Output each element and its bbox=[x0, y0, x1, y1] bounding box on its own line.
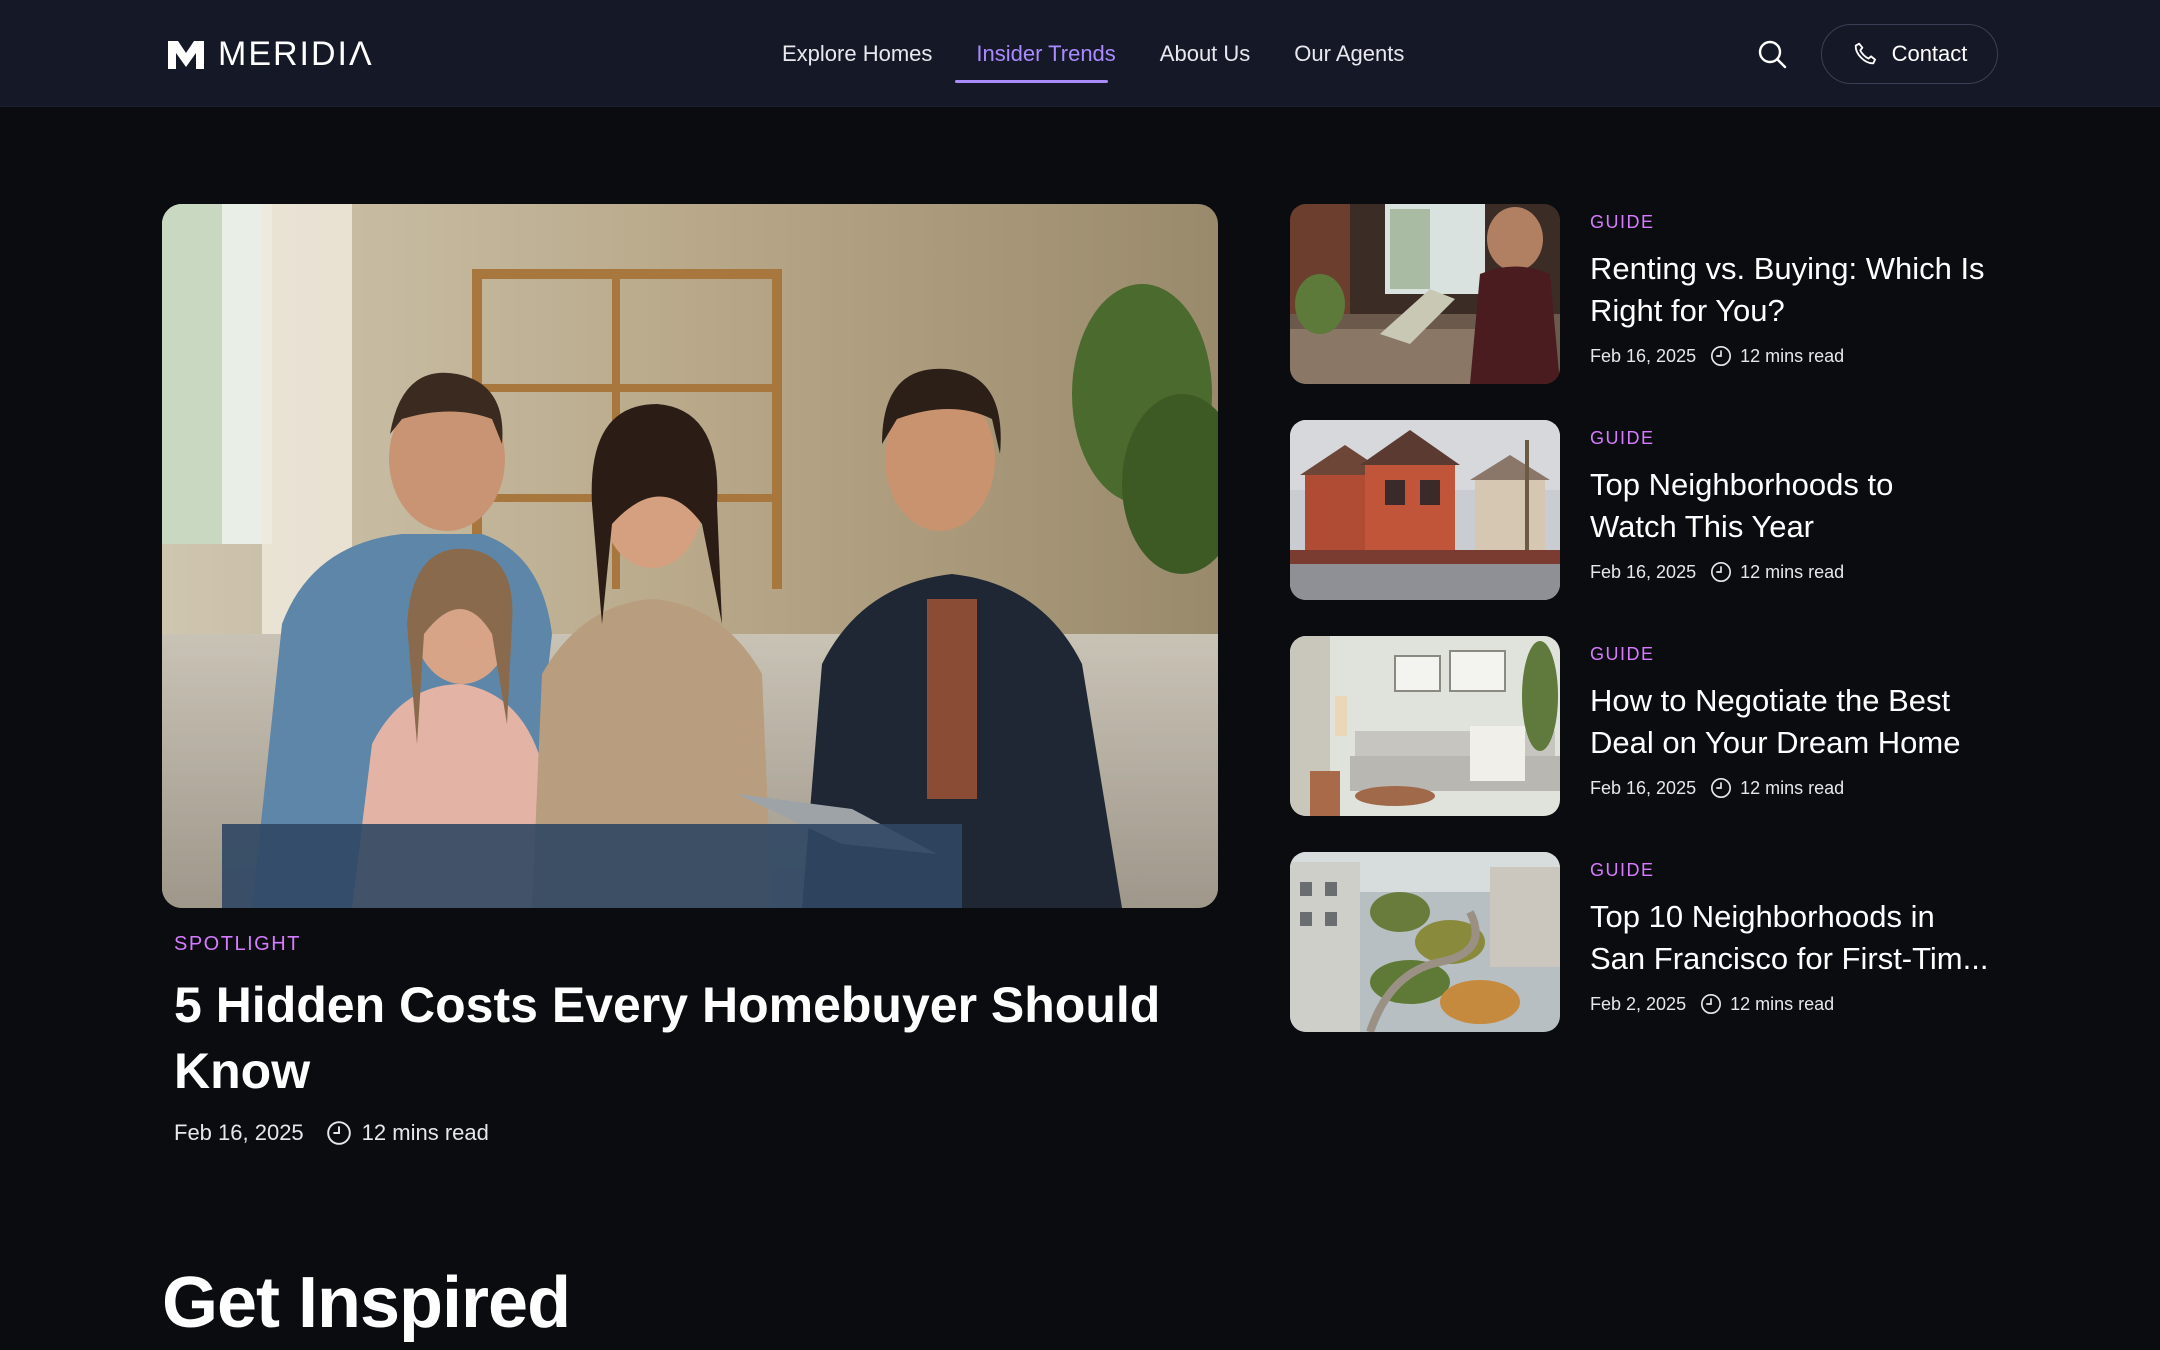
clock-icon bbox=[1711, 778, 1732, 798]
clock-icon bbox=[1701, 994, 1722, 1014]
neighborhood-houses-photo bbox=[1290, 420, 1560, 600]
clock-icon bbox=[326, 1121, 351, 1145]
article-tag: GUIDE bbox=[1590, 428, 1655, 448]
brand-logo[interactable]: MERIDIΛ bbox=[168, 34, 374, 73]
article-tag: GUIDE bbox=[1590, 212, 1655, 232]
brand-name: MERIDIΛ bbox=[218, 34, 374, 73]
article-read-time: 12 mins read bbox=[1730, 993, 1835, 1014]
nav-item-insider-trends[interactable]: Insider Trends bbox=[954, 0, 1137, 107]
family-with-agent-photo bbox=[162, 204, 1218, 908]
article-tag: GUIDE bbox=[1590, 644, 1655, 664]
article-date: Feb 16, 2025 bbox=[1590, 561, 1697, 582]
article-date: Feb 2, 2025 bbox=[1590, 993, 1687, 1014]
spotlight-read-time: 12 mins read bbox=[361, 1120, 489, 1145]
article-card[interactable]: GUIDE Renting vs. Buying: Which Is Right… bbox=[1290, 204, 2000, 384]
search-button[interactable] bbox=[1756, 38, 1788, 70]
article-meta: Feb 16, 2025 12 mins read bbox=[1590, 560, 1844, 584]
article-card[interactable]: GUIDE Top Neighborhoods to Watch This Ye… bbox=[1290, 420, 2000, 600]
spotlight-meta: Feb 16, 2025 12 mins read bbox=[174, 1118, 489, 1148]
article-title-line: Top 10 Neighborhoods in bbox=[1590, 899, 1935, 934]
article-meta: Feb 16, 2025 12 mins read bbox=[1590, 776, 1844, 800]
spotlight-date: Feb 16, 2025 bbox=[174, 1120, 304, 1145]
article-title-line: Watch This Year bbox=[1590, 509, 1815, 544]
clock-icon bbox=[1711, 562, 1732, 582]
article-card[interactable]: GUIDE Top 10 Neighborhoods in San Franci… bbox=[1290, 852, 2000, 1032]
living-room-sofa-photo bbox=[1290, 636, 1560, 816]
article-title[interactable]: Top 10 Neighborhoods in San Francisco fo… bbox=[1590, 896, 2010, 980]
article-title-line: Deal on Your Dream Home bbox=[1590, 725, 1961, 760]
logo-mark-icon bbox=[168, 41, 204, 69]
nav-item-about-us[interactable]: About Us bbox=[1138, 0, 1273, 107]
person-working-laptop-photo bbox=[1290, 204, 1560, 384]
article-title-line: Top Neighborhoods to bbox=[1590, 467, 1894, 502]
contact-button-label: Contact bbox=[1891, 41, 1968, 66]
section-heading: Get Inspired bbox=[162, 1263, 571, 1343]
nav-item-explore-homes[interactable]: Explore Homes bbox=[760, 0, 954, 107]
article-tag: GUIDE bbox=[1590, 860, 1655, 880]
article-meta: Feb 16, 2025 12 mins read bbox=[1590, 344, 1844, 368]
article-title[interactable]: Top Neighborhoods to Watch This Year bbox=[1590, 464, 2010, 548]
article-thumbnail bbox=[1290, 204, 1560, 384]
spotlight-image[interactable] bbox=[162, 204, 1218, 908]
article-date: Feb 16, 2025 bbox=[1590, 345, 1697, 366]
article-read-time: 12 mins read bbox=[1740, 345, 1845, 366]
article-title[interactable]: How to Negotiate the Best Deal on Your D… bbox=[1590, 680, 2010, 764]
san-francisco-street-photo bbox=[1290, 852, 1560, 1032]
article-read-time: 12 mins read bbox=[1740, 561, 1845, 582]
article-title-line: San Francisco for First-Tim... bbox=[1590, 941, 1989, 976]
site-header: MERIDIΛ Explore Homes Insider Trends Abo… bbox=[0, 0, 2160, 107]
phone-icon bbox=[1854, 42, 1876, 65]
article-title[interactable]: Renting vs. Buying: Which Is Right for Y… bbox=[1590, 248, 2010, 332]
article-thumbnail bbox=[1290, 636, 1560, 816]
article-date: Feb 16, 2025 bbox=[1590, 777, 1697, 798]
article-thumbnail bbox=[1290, 420, 1560, 600]
active-nav-indicator bbox=[955, 80, 1108, 83]
article-read-time: 12 mins read bbox=[1740, 777, 1845, 798]
article-title-line: Renting vs. Buying: Which Is bbox=[1590, 251, 1985, 286]
search-icon bbox=[1758, 40, 1787, 69]
clock-icon bbox=[1711, 346, 1732, 366]
spotlight-title[interactable]: 5 Hidden Costs Every Homebuyer Should Kn… bbox=[174, 972, 1174, 1104]
article-card[interactable]: GUIDE How to Negotiate the Best Deal on … bbox=[1290, 636, 2000, 816]
article-title-line: Right for You? bbox=[1590, 293, 1785, 328]
article-thumbnail bbox=[1290, 852, 1560, 1032]
main-nav: Explore Homes Insider Trends About Us Ou… bbox=[760, 0, 1426, 107]
article-meta: Feb 2, 2025 12 mins read bbox=[1590, 992, 1834, 1016]
nav-item-our-agents[interactable]: Our Agents bbox=[1272, 0, 1426, 107]
contact-button[interactable]: Contact bbox=[1821, 24, 1998, 84]
article-title-line: How to Negotiate the Best bbox=[1590, 683, 1951, 718]
spotlight-tag: SPOTLIGHT bbox=[174, 933, 301, 955]
